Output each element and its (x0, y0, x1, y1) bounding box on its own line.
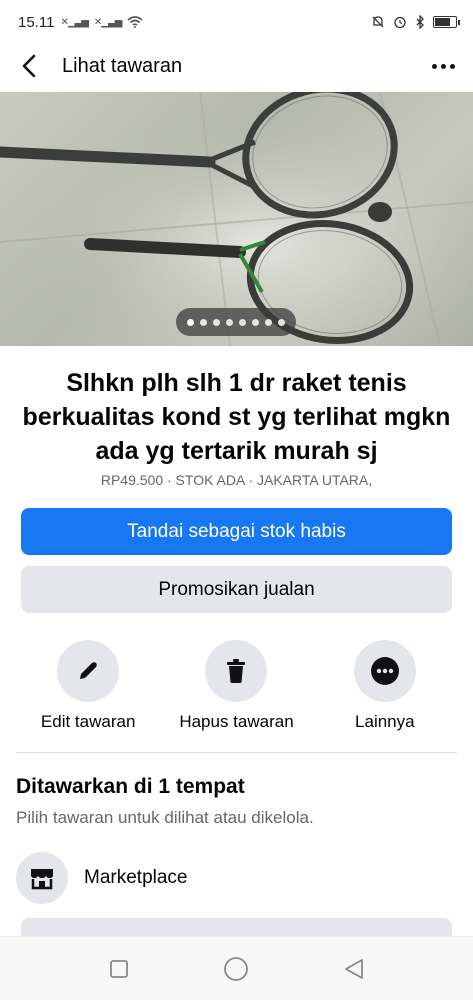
more-actions-button[interactable]: Lainnya (315, 640, 455, 732)
more-horizontal-icon[interactable] (428, 56, 459, 77)
place-label: Marketplace (84, 867, 188, 888)
section-title: Ditawarkan di 1 tempat (16, 775, 245, 798)
app-bar: Lihat tawaran (0, 44, 473, 88)
recents-square-icon[interactable] (99, 949, 139, 989)
pencil-icon (80, 662, 97, 679)
wifi-icon (127, 16, 143, 28)
carousel-dot (226, 318, 233, 326)
section-subtitle: Pilih tawaran untuk dilihat atau dikelol… (16, 808, 314, 827)
carousel-indicator[interactable] (176, 308, 296, 336)
carousel-dot (265, 318, 272, 326)
trash-icon (227, 659, 246, 683)
chevron-left-icon[interactable] (14, 51, 44, 81)
alarm-icon (394, 16, 406, 29)
status-time: 15.11 (18, 13, 55, 31)
listing-meta: RP49.500 · STOK ADA · JAKARTA UTARA, (100, 472, 373, 488)
home-circle-icon[interactable] (216, 949, 256, 989)
mute-icon (372, 16, 384, 28)
more-circle-icon (370, 657, 399, 685)
divider (16, 752, 457, 753)
bluetooth-icon (416, 15, 424, 29)
carousel-dot (239, 318, 246, 326)
promote-button[interactable]: Promosikan jualan (21, 566, 452, 613)
status-left: 15.11 ✕▁▃▅ ✕▁▃▅ (18, 14, 143, 31)
battery-icon (433, 16, 460, 28)
carousel-dot (252, 318, 259, 326)
page-title: Lihat tawaran (62, 54, 183, 77)
mark-sold-button[interactable]: Tandai sebagai stok habis (21, 508, 452, 555)
battery-fill (435, 18, 451, 26)
carousel-dot (278, 318, 285, 326)
action-row: Edit tawaran Hapus tawaran Lainnya (0, 640, 473, 732)
more-circle (353, 640, 416, 702)
carousel-dot (200, 318, 207, 326)
place-item-marketplace[interactable]: Marketplace (16, 851, 188, 905)
delete-circle (205, 640, 268, 702)
signal-x-icon: ✕▁▃▅ (60, 16, 88, 28)
delete-listing-button[interactable]: Hapus tawaran (166, 640, 306, 732)
status-bar: 15.11 ✕▁▃▅ ✕▁▃▅ (0, 0, 473, 44)
back-triangle-icon[interactable] (334, 949, 374, 989)
marketplace-shop-icon (16, 852, 68, 904)
edit-circle (57, 640, 120, 702)
carousel-dot (187, 318, 194, 326)
listing-title: Slhkn plh slh 1 dr raket tenis berkualit… (22, 369, 451, 465)
carousel-dot (213, 318, 220, 326)
status-right (371, 15, 460, 29)
edit-listing-button[interactable]: Edit tawaran (18, 640, 158, 732)
action-label: Lainnya (355, 712, 415, 731)
action-label: Hapus tawaran (179, 712, 294, 731)
action-label: Edit tawaran (40, 712, 136, 731)
system-nav-bar (0, 936, 473, 1000)
signal-x-icon: ✕▁▃▅ (93, 16, 122, 28)
